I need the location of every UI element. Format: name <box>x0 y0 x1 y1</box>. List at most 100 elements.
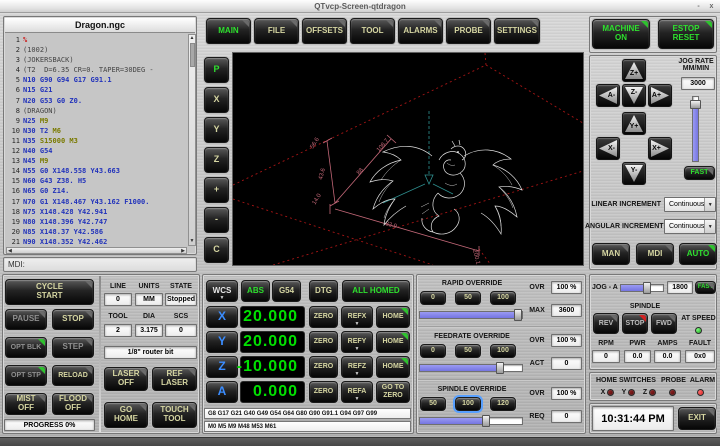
abs-button[interactable]: ABS <box>241 280 270 302</box>
gcode-line[interactable]: 1% <box>6 35 187 45</box>
ref-z-button[interactable]: REFZ▼ <box>341 356 373 378</box>
view-p-button[interactable]: P <box>204 57 229 83</box>
jog-a-value[interactable]: 1800 <box>667 281 693 294</box>
stop-button[interactable]: STOP <box>52 309 94 330</box>
gcode-line[interactable]: 20N85 X148.37 Y42.586 <box>6 227 187 237</box>
axis-y-button[interactable]: Y <box>206 331 238 353</box>
axis-x-button[interactable]: X <box>206 306 238 328</box>
jog-rate-value[interactable]: 3000 <box>681 77 715 90</box>
zoom-out-button[interactable]: - <box>204 207 229 233</box>
jog-y-plus-button[interactable]: Y+ <box>622 112 646 135</box>
zero-y-button[interactable]: ZERO <box>309 331 338 353</box>
gcode-line[interactable]: 10N30 T2 M6 <box>6 126 187 136</box>
man-mode-button[interactable]: MAN <box>592 243 630 265</box>
scroll-up-icon[interactable]: ▲ <box>189 35 195 42</box>
zoom-in-button[interactable]: + <box>204 177 229 203</box>
exit-button[interactable]: EXIT <box>678 407 716 430</box>
zero-x-button[interactable]: ZERO <box>309 306 338 328</box>
rapid-50-button[interactable]: 50 <box>455 291 481 305</box>
dtg-button[interactable]: DTG <box>309 280 338 302</box>
wcs-button[interactable]: WCS ▼ <box>206 280 238 302</box>
cycle-start-button[interactable]: CYCLE START <box>5 279 94 305</box>
reload-button[interactable]: RELOAD <box>52 365 94 386</box>
gcode-line[interactable]: 5N10 G90 G94 G17 G91.1 <box>6 75 187 85</box>
tab-probe[interactable]: PROBE <box>446 18 491 44</box>
gcode-line[interactable]: 14N55 G0 X148.558 Y43.663 <box>6 166 187 176</box>
spindle-120-button[interactable]: 120 <box>490 397 516 411</box>
jog-rate-slider-handle[interactable] <box>690 100 701 109</box>
vscroll-thumb[interactable] <box>190 43 195 67</box>
jog-a-plus-button[interactable]: A+ <box>648 84 672 107</box>
gcode-line[interactable]: 19N80 X148.396 Y42.747 <box>6 217 187 227</box>
tab-offsets[interactable]: OFFSETS <box>302 18 347 44</box>
spindle-fwd-button[interactable]: FWD <box>651 313 677 334</box>
spindle-slider-handle[interactable] <box>482 415 490 427</box>
jog-fast-button[interactable]: FAST <box>684 166 715 180</box>
mdi-input[interactable]: MDI: <box>3 257 197 272</box>
rapid-0-button[interactable]: 0 <box>420 291 446 305</box>
feed-50-button[interactable]: 50 <box>455 344 481 358</box>
feed-100-button[interactable]: 100 <box>490 344 516 358</box>
jog-a-slider[interactable] <box>620 284 664 292</box>
jog-y-minus-button[interactable]: Y- <box>622 162 646 185</box>
tab-settings[interactable]: SETTINGS <box>494 18 540 44</box>
jog-a-fast-button[interactable]: FAST <box>695 281 716 294</box>
spindle-override-slider[interactable] <box>419 417 523 425</box>
view-z-button[interactable]: Z <box>204 147 229 173</box>
linear-increment-select[interactable]: Continuous ▼ <box>664 197 716 212</box>
zero-z-button[interactable]: ZERO <box>309 356 338 378</box>
chevron-down-icon[interactable]: ▼ <box>704 198 715 211</box>
gcode-line[interactable]: 17N70 G1 X148.467 Y43.162 F1000. <box>6 197 187 207</box>
gcode-line[interactable]: 15N60 G43 Z38. H5 <box>6 176 187 186</box>
opt-stp-button[interactable]: OPT STP <box>5 365 47 386</box>
tab-tool[interactable]: TOOL <box>350 18 395 44</box>
flood-button[interactable]: FLOOD OFF <box>52 393 94 415</box>
spindle-rev-button[interactable]: REV <box>593 313 619 334</box>
step-button[interactable]: STEP <box>52 337 94 358</box>
rapid-override-slider[interactable] <box>419 311 523 319</box>
feed-slider-handle[interactable] <box>496 362 504 374</box>
angular-increment-select[interactable]: Continuous ▼ <box>664 219 716 234</box>
gcode-line[interactable]: 13N45 M9 <box>6 156 187 166</box>
rapid-slider-handle[interactable] <box>514 309 522 321</box>
rapid-100-button[interactable]: 100 <box>490 291 516 305</box>
spindle-stop-button[interactable]: STOP <box>622 313 648 334</box>
minimize-button[interactable]: - <box>693 2 704 12</box>
gcode-line[interactable]: 4(T2 D=6.35 CR=0. TAPER=30DEG - <box>6 65 187 75</box>
jog-z-minus-button[interactable]: Z- <box>622 84 646 107</box>
gcode-line[interactable]: 21N90 X148.352 Y42.462 <box>6 237 187 246</box>
auto-mode-button[interactable]: AUTO <box>679 243 717 265</box>
tab-alarms[interactable]: ALARMS <box>398 18 443 44</box>
gcode-vscrollbar[interactable]: ▲ ▼ <box>188 34 196 246</box>
estop-reset-button[interactable]: ESTOP RESET <box>658 19 714 49</box>
scroll-down-icon[interactable]: ▼ <box>189 238 195 245</box>
gcode-list[interactable]: 1%2(1002)3(JOKERSBACK)4(T2 D=6.35 CR=0. … <box>6 34 187 246</box>
scroll-left-icon[interactable]: ◀ <box>8 248 12 254</box>
touch-tool-button[interactable]: TOUCH TOOL <box>152 402 197 428</box>
ref-y-button[interactable]: REFY▼ <box>341 331 373 353</box>
feed-0-button[interactable]: 0 <box>420 344 446 358</box>
pause-button[interactable]: PAUSE <box>5 309 47 330</box>
laser-button[interactable]: LASER OFF <box>104 367 148 391</box>
gcode-hscrollbar[interactable]: ◀ ▶ <box>6 247 187 254</box>
opt-blk-button[interactable]: OPT BLK <box>5 337 47 358</box>
clear-plot-button[interactable]: C <box>204 237 229 263</box>
ref-laser-button[interactable]: REF LASER <box>152 367 197 391</box>
jog-z-plus-button[interactable]: Z+ <box>622 59 646 82</box>
jog-a-slider-handle[interactable] <box>643 282 651 294</box>
gcode-line[interactable]: 3(JOKERSBACK) <box>6 55 187 65</box>
view-x-button[interactable]: X <box>204 87 229 113</box>
ref-a-button[interactable]: REFA▼ <box>341 381 373 403</box>
gcode-line[interactable]: 8(DRAGON) <box>6 106 187 116</box>
spindle-50-button[interactable]: 50 <box>420 397 446 411</box>
jog-a-minus-button[interactable]: A- <box>596 84 620 107</box>
titlebar[interactable]: QTvcp-Screen-qtdragon - x <box>0 0 720 13</box>
home-z-button[interactable]: HOME <box>376 356 410 378</box>
jog-rate-slider[interactable] <box>692 96 699 162</box>
gcode-line[interactable]: 6N15 G21 <box>6 85 187 95</box>
mist-button[interactable]: MIST OFF <box>5 393 47 415</box>
gcode-line[interactable]: 18N75 X148.428 Y42.941 <box>6 207 187 217</box>
gcode-line[interactable]: 16N65 G0 Z14. <box>6 186 187 196</box>
machine-on-button[interactable]: MACHINE ON <box>592 19 650 49</box>
gcode-line[interactable]: 7N20 G53 G0 Z0. <box>6 96 187 106</box>
